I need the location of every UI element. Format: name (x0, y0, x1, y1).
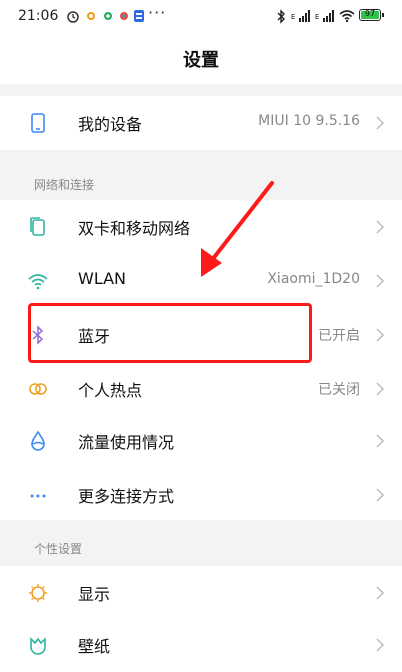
row-value: Xiaomi_1D20 (267, 271, 360, 287)
row-label: 更多连接方式 (78, 487, 175, 506)
section-label-network: 网络和连接 (34, 178, 95, 192)
row-wlan[interactable]: WLAN Xiaomi_1D20 (0, 254, 402, 308)
wallpaper-icon (30, 637, 46, 655)
hotspot-icon (29, 383, 47, 395)
notification-app-icon-4 (134, 10, 144, 22)
data-drop-icon (31, 430, 45, 451)
signal-1-icon: E (291, 10, 310, 22)
wifi-icon (28, 274, 48, 290)
wifi-status-icon (339, 10, 355, 23)
row-hotspot[interactable]: 个人热点 已关闭 (0, 362, 402, 416)
chevron-right-icon (376, 116, 384, 130)
row-label: 显示 (78, 585, 111, 604)
chevron-right-icon (376, 220, 384, 234)
status-bar: 21:06 ··· E E 97 (0, 0, 402, 34)
sun-icon (29, 584, 47, 602)
chevron-right-icon (376, 434, 384, 448)
battery-tip (382, 13, 384, 17)
row-display[interactable]: 显示 (0, 566, 402, 620)
row-wallpaper[interactable]: 壁纸 (0, 618, 402, 672)
chevron-right-icon (376, 328, 384, 342)
page-title: 设置 (183, 50, 219, 71)
battery-icon: 97 (359, 9, 381, 21)
row-label: 壁纸 (78, 637, 111, 656)
notification-app-icon-3 (120, 12, 128, 20)
signal-2-icon: E (315, 10, 334, 22)
phone-icon (31, 113, 45, 133)
section-label-personal: 个性设置 (34, 542, 83, 556)
row-my-device[interactable]: 我的设备 MIUI 10 9.5.16 (0, 96, 402, 150)
status-more-dots: ··· (148, 3, 167, 22)
bluetooth-status-icon (277, 9, 285, 24)
row-label: WLAN (78, 269, 127, 288)
row-value: 已关闭 (318, 382, 360, 398)
chevron-right-icon (376, 382, 384, 396)
row-label: 个人热点 (78, 381, 143, 400)
row-more-connect[interactable]: 更多连接方式 (0, 468, 402, 522)
chevron-right-icon (376, 638, 384, 652)
row-dual-sim[interactable]: 双卡和移动网络 (0, 200, 402, 254)
divider-gap (0, 84, 402, 96)
alarm-icon (67, 11, 79, 23)
chevron-right-icon (376, 274, 384, 288)
highlight-box (28, 303, 312, 363)
status-time: 21:06 (18, 8, 59, 24)
chevron-right-icon (376, 488, 384, 502)
row-value: 已开启 (318, 328, 360, 344)
svg-text:E: E (315, 13, 319, 21)
row-value: MIUI 10 9.5.16 (258, 113, 360, 129)
battery-level: 97 (364, 9, 376, 18)
chevron-right-icon (376, 586, 384, 600)
row-label: 双卡和移动网络 (78, 219, 191, 238)
notification-app-icon (87, 12, 95, 20)
row-label: 流量使用情况 (78, 433, 175, 452)
more-dots-icon (30, 494, 46, 498)
notification-app-icon-2 (104, 12, 112, 20)
row-label: 我的设备 (78, 115, 143, 134)
sim-cards-icon (30, 217, 45, 236)
svg-text:E: E (291, 13, 295, 21)
row-data-usage[interactable]: 流量使用情况 (0, 414, 402, 468)
